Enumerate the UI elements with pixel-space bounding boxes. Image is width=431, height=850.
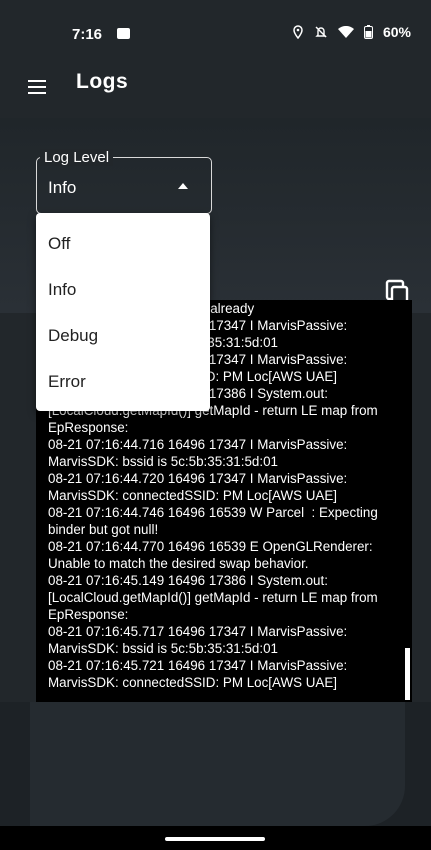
log-line: 08-21 07:16:44.746 16496 16539 W Parcel … [48, 505, 382, 537]
notification-icon [117, 28, 130, 39]
scrollbar[interactable] [405, 648, 410, 700]
log-line: 08-21 07:16:44.716 16496 17347 I MarvisP… [48, 437, 351, 469]
mute-icon [315, 26, 327, 38]
status-bar: 7:16 60% [0, 0, 431, 70]
log-line: 08-21 07:16:45.717 16496 17347 I MarvisP… [48, 624, 351, 656]
log-line: 08-21 07:16:44.770 16496 16539 E OpenGLR… [48, 539, 377, 571]
page-title: Logs [76, 70, 129, 93]
status-icons: 60% [292, 24, 411, 40]
log-level-dropdown: Off Info Debug Error [36, 213, 210, 411]
dropdown-arrow-icon [178, 183, 188, 189]
app-bar [0, 68, 431, 118]
log-line: 08-21 07:16:44.720 16496 17347 I MarvisP… [48, 471, 351, 503]
dropdown-option-info[interactable]: Info [36, 267, 210, 313]
log-level-label: Log Level [40, 149, 114, 166]
home-handle[interactable] [165, 837, 265, 841]
location-icon [293, 25, 303, 39]
log-line: 08-21 07:16:45.149 16496 17386 I System.… [48, 573, 382, 622]
wifi-icon [337, 25, 354, 38]
status-time: 7:16 [72, 26, 103, 43]
dropdown-option-error[interactable]: Error [36, 359, 210, 405]
menu-icon[interactable] [28, 80, 46, 94]
log-line: 08-21 07:16:45.721 16496 17347 I MarvisP… [48, 658, 351, 690]
bottom-panel [30, 702, 405, 826]
log-level-value: Info [48, 178, 77, 197]
battery-percent: 60% [382, 24, 411, 40]
dropdown-option-off[interactable]: Off [36, 221, 210, 267]
dropdown-option-debug[interactable]: Debug [36, 313, 210, 359]
battery-icon [363, 25, 373, 39]
